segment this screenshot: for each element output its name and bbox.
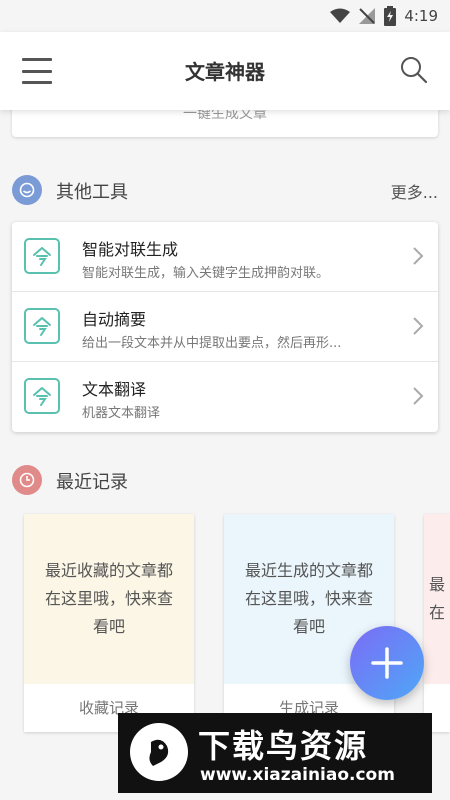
status-bar: 4:19 — [0, 0, 450, 32]
favorites-card[interactable]: 最近收藏的文章都在这里哦，快来查看吧 收藏记录 — [24, 514, 194, 732]
tool-item-summary[interactable]: 自动摘要 给出一段文本并从中提取出要点，然后再形... — [12, 292, 438, 362]
app-bar: 文章神器 — [0, 32, 450, 110]
chevron-right-icon — [413, 247, 424, 265]
plus-icon — [371, 647, 403, 679]
recent-title: 最近记录 — [56, 472, 128, 493]
recent-cards: 最近收藏的文章都在这里哦，快来查看吧 收藏记录 最近生成的文章都在这里哦，快来查… — [24, 514, 450, 734]
add-button[interactable] — [350, 626, 424, 700]
watermark-name: 下载鸟资源 — [198, 727, 369, 765]
watermark-url: www.xiazainiao.com — [200, 765, 395, 785]
tool-name: 智能对联生成 — [82, 240, 179, 259]
more-tools-link[interactable]: 更多... — [391, 179, 438, 203]
tools-list: 智能对联生成 智能对联生成，输入关键字生成押韵对联。 自动摘要 给出一段文本并从… — [12, 222, 438, 432]
tool-name: 文本翻译 — [82, 380, 147, 399]
card-message: 最近收藏的文章都在这里哦，快来查看吧 — [24, 514, 194, 684]
watermark-banner: 下载鸟资源 www.xiazainiao.com — [118, 713, 432, 793]
tools-section-icon — [12, 175, 42, 205]
translate-icon — [24, 378, 60, 414]
tool-description: 给出一段文本并从中提取出要点，然后再形... — [82, 336, 342, 351]
third-card[interactable]: 最在 — [424, 514, 450, 732]
translate-icon — [24, 308, 60, 344]
recent-header: 最近记录 — [12, 463, 438, 497]
tool-description: 机器文本翻译 — [82, 406, 161, 421]
search-icon[interactable] — [400, 56, 428, 84]
other-tools-header: 其他工具 更多... — [12, 173, 438, 207]
battery-icon — [384, 6, 397, 26]
tool-item-translate[interactable]: 文本翻译 机器文本翻译 — [12, 362, 438, 432]
no-signal-icon — [359, 8, 376, 24]
chevron-right-icon — [413, 317, 424, 335]
status-time: 4:19 — [404, 7, 438, 25]
generated-card[interactable]: 最近生成的文章都在这里哦，快来查看吧 生成记录 — [224, 514, 394, 732]
other-tools-title: 其他工具 — [56, 182, 128, 203]
tool-name: 自动摘要 — [82, 310, 147, 329]
bird-logo — [130, 723, 188, 781]
tool-description: 智能对联生成，输入关键字生成押韵对联。 — [82, 266, 330, 281]
page-title: 文章神器 — [185, 60, 265, 84]
chevron-right-icon — [413, 387, 424, 405]
translate-icon — [24, 238, 60, 274]
wifi-icon — [330, 8, 351, 23]
card-message: 最在 — [424, 514, 450, 684]
tool-item-couplet[interactable]: 智能对联生成 智能对联生成，输入关键字生成押韵对联。 — [12, 222, 438, 292]
recent-section-icon — [12, 465, 42, 495]
